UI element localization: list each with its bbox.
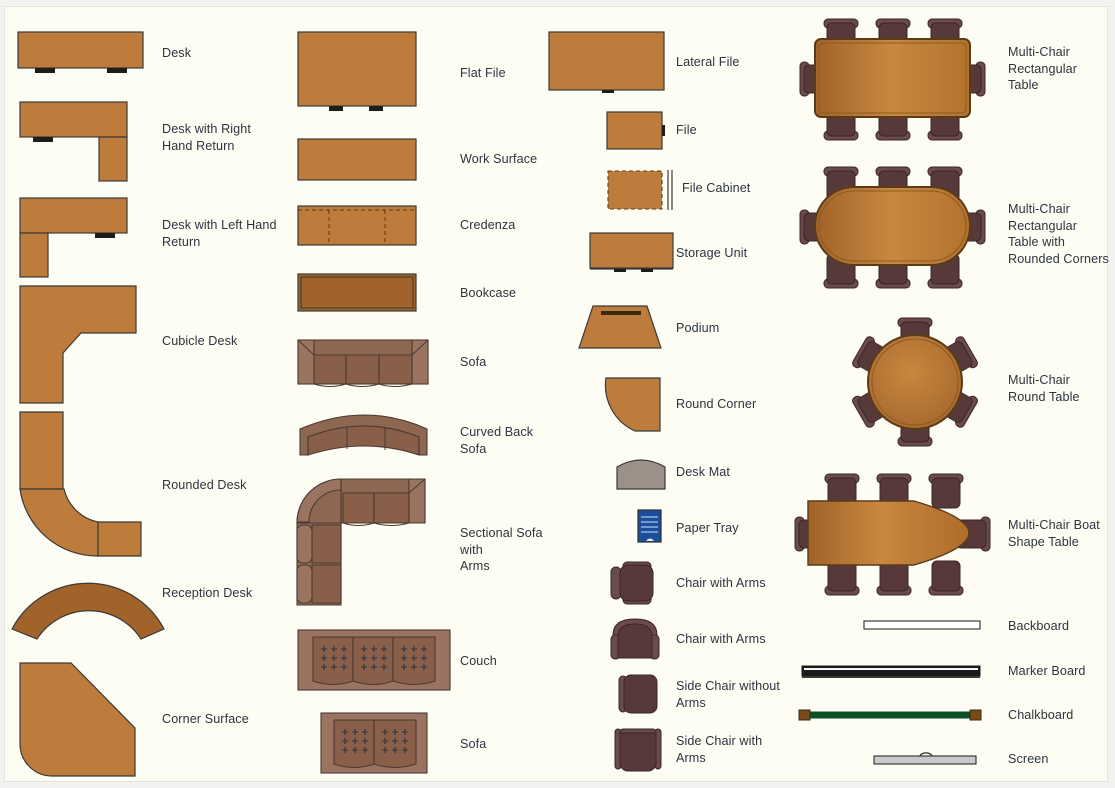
stencil-label-round-corner: Round Corner (676, 397, 757, 411)
stencil-label-sofa: Sofa (460, 355, 487, 369)
stencil-item-chalkboard[interactable] (797, 707, 983, 723)
stencil-item-couch[interactable] (297, 629, 457, 691)
stencil-label-lateral-file: Lateral File (676, 55, 740, 69)
stencil-item-file[interactable] (606, 111, 668, 151)
stencil-label-curved-back-sofa: Curved Back Sofa (460, 425, 534, 456)
stencil-item-desk-left-return[interactable] (19, 197, 149, 279)
stencil-item-chair-with-arms-alt[interactable] (610, 617, 662, 661)
stencil-item-multi-chair-rounded-rect-table[interactable] (799, 165, 986, 290)
stencil-item-sectional-sofa[interactable] (295, 477, 430, 607)
stencil-item-side-chair-without-arms[interactable] (618, 673, 662, 717)
office-furniture-stencil-panel: Desk Desk with Right Hand Return Desk wi… (4, 6, 1109, 782)
stencil-item-screen[interactable] (873, 745, 983, 765)
stencil-label-rounded-desk: Rounded Desk (162, 478, 247, 492)
column-desks: Desk Desk with Right Hand Return Desk wi… (5, 7, 295, 781)
stencil-label-screen: Screen (1008, 752, 1049, 766)
stencil-label-desk-right-return: Desk with Right Hand Return (162, 122, 251, 153)
stencil-item-reception-desk[interactable] (10, 575, 170, 641)
stencil-label-cubicle-desk: Cubicle Desk (162, 334, 238, 348)
stencil-item-file-cabinet[interactable] (606, 169, 676, 211)
stencil-label-storage-unit: Storage Unit (676, 246, 748, 260)
stencil-label-backboard: Backboard (1008, 619, 1070, 633)
stencil-label-corner-surface: Corner Surface (162, 712, 249, 726)
column-conference-tables-and-boards: Multi-Chair Rectangular Table Multi-Chai… (794, 7, 1109, 781)
stencil-item-multi-chair-boat-table[interactable] (794, 472, 991, 597)
stencil-label-podium: Podium (676, 321, 720, 335)
stencil-item-desk[interactable] (17, 31, 147, 73)
stencil-item-side-chair-with-arms[interactable] (614, 727, 662, 773)
stencil-label-file: File (676, 123, 697, 137)
stencil-item-flat-file[interactable] (297, 31, 422, 111)
stencil-item-cubicle-desk[interactable] (19, 285, 149, 407)
stencil-item-bookcase[interactable] (297, 273, 422, 313)
stencil-item-sofa[interactable] (297, 339, 437, 389)
column-files-and-chairs: Lateral File File File Cabinet Storage U… (545, 7, 795, 781)
stencil-label-chalkboard: Chalkboard (1008, 708, 1074, 722)
stencil-item-rounded-desk[interactable] (19, 411, 154, 559)
stencil-item-podium[interactable] (575, 305, 665, 350)
stencil-label-multi-chair-rectangular-table: Multi-Chair Rectangular Table (1008, 45, 1078, 92)
stencil-label-paper-tray: Paper Tray (676, 521, 739, 535)
stencil-label-sectional-sofa: Sectional Sofa with Arms (460, 526, 543, 573)
stencil-item-desk-mat[interactable] (615, 455, 667, 491)
stencil-item-round-corner[interactable] (604, 377, 665, 433)
stencil-item-multi-chair-round-table[interactable] (850, 317, 980, 447)
stencil-item-sofa-cushion[interactable] (320, 712, 430, 774)
stencil-item-storage-unit[interactable] (589, 232, 679, 274)
stencil-label-multi-chair-rounded-rect-table: Multi-Chair Rectangular Table with Round… (1008, 202, 1109, 266)
stencil-label-bookcase: Bookcase (460, 286, 517, 300)
column-surfaces-and-sofas: Flat File Work Surface Credenza Bookcase… (290, 7, 550, 781)
stencil-item-paper-tray[interactable] (637, 509, 663, 543)
stencil-label-chair-with-arms: Chair with Arms (676, 576, 766, 590)
stencil-label-file-cabinet: File Cabinet (682, 181, 751, 195)
stencil-item-corner-surface[interactable] (19, 662, 154, 780)
stencil-item-marker-board[interactable] (801, 664, 983, 680)
stencil-label-multi-chair-round-table: Multi-Chair Round Table (1008, 373, 1080, 404)
stencil-item-desk-right-return[interactable] (19, 101, 149, 183)
stencil-label-desk-left-return: Desk with Left Hand Return (162, 218, 277, 249)
stencil-label-desk-mat: Desk Mat (676, 465, 730, 479)
stencil-item-lateral-file[interactable] (548, 31, 668, 93)
stencil-label-couch: Couch (460, 654, 497, 668)
stencil-item-credenza[interactable] (297, 205, 422, 247)
stencil-label-chair-with-arms-alt: Chair with Arms (676, 632, 766, 646)
stencil-label-multi-chair-boat-table: Multi-Chair Boat Shape Table (1008, 518, 1100, 549)
stencil-label-marker-board: Marker Board (1008, 664, 1086, 678)
stencil-label-side-chair-without-arms: Side Chair without Arms (676, 679, 781, 710)
stencil-item-backboard[interactable] (863, 619, 983, 633)
stencil-label-sofa-cushion: Sofa (460, 737, 487, 751)
stencil-label-credenza: Credenza (460, 218, 516, 232)
stencil-item-chair-with-arms[interactable] (610, 561, 662, 605)
stencil-label-desk: Desk (162, 46, 192, 60)
stencil-label-work-surface: Work Surface (460, 152, 538, 166)
stencil-label-flat-file: Flat File (460, 66, 506, 80)
stencil-label-side-chair-with-arms: Side Chair with Arms (676, 734, 763, 765)
stencil-item-work-surface[interactable] (297, 138, 422, 182)
stencil-item-multi-chair-rectangular-table[interactable] (799, 17, 986, 142)
stencil-label-reception-desk: Reception Desk (162, 586, 253, 600)
stencil-item-curved-back-sofa[interactable] (297, 407, 437, 461)
